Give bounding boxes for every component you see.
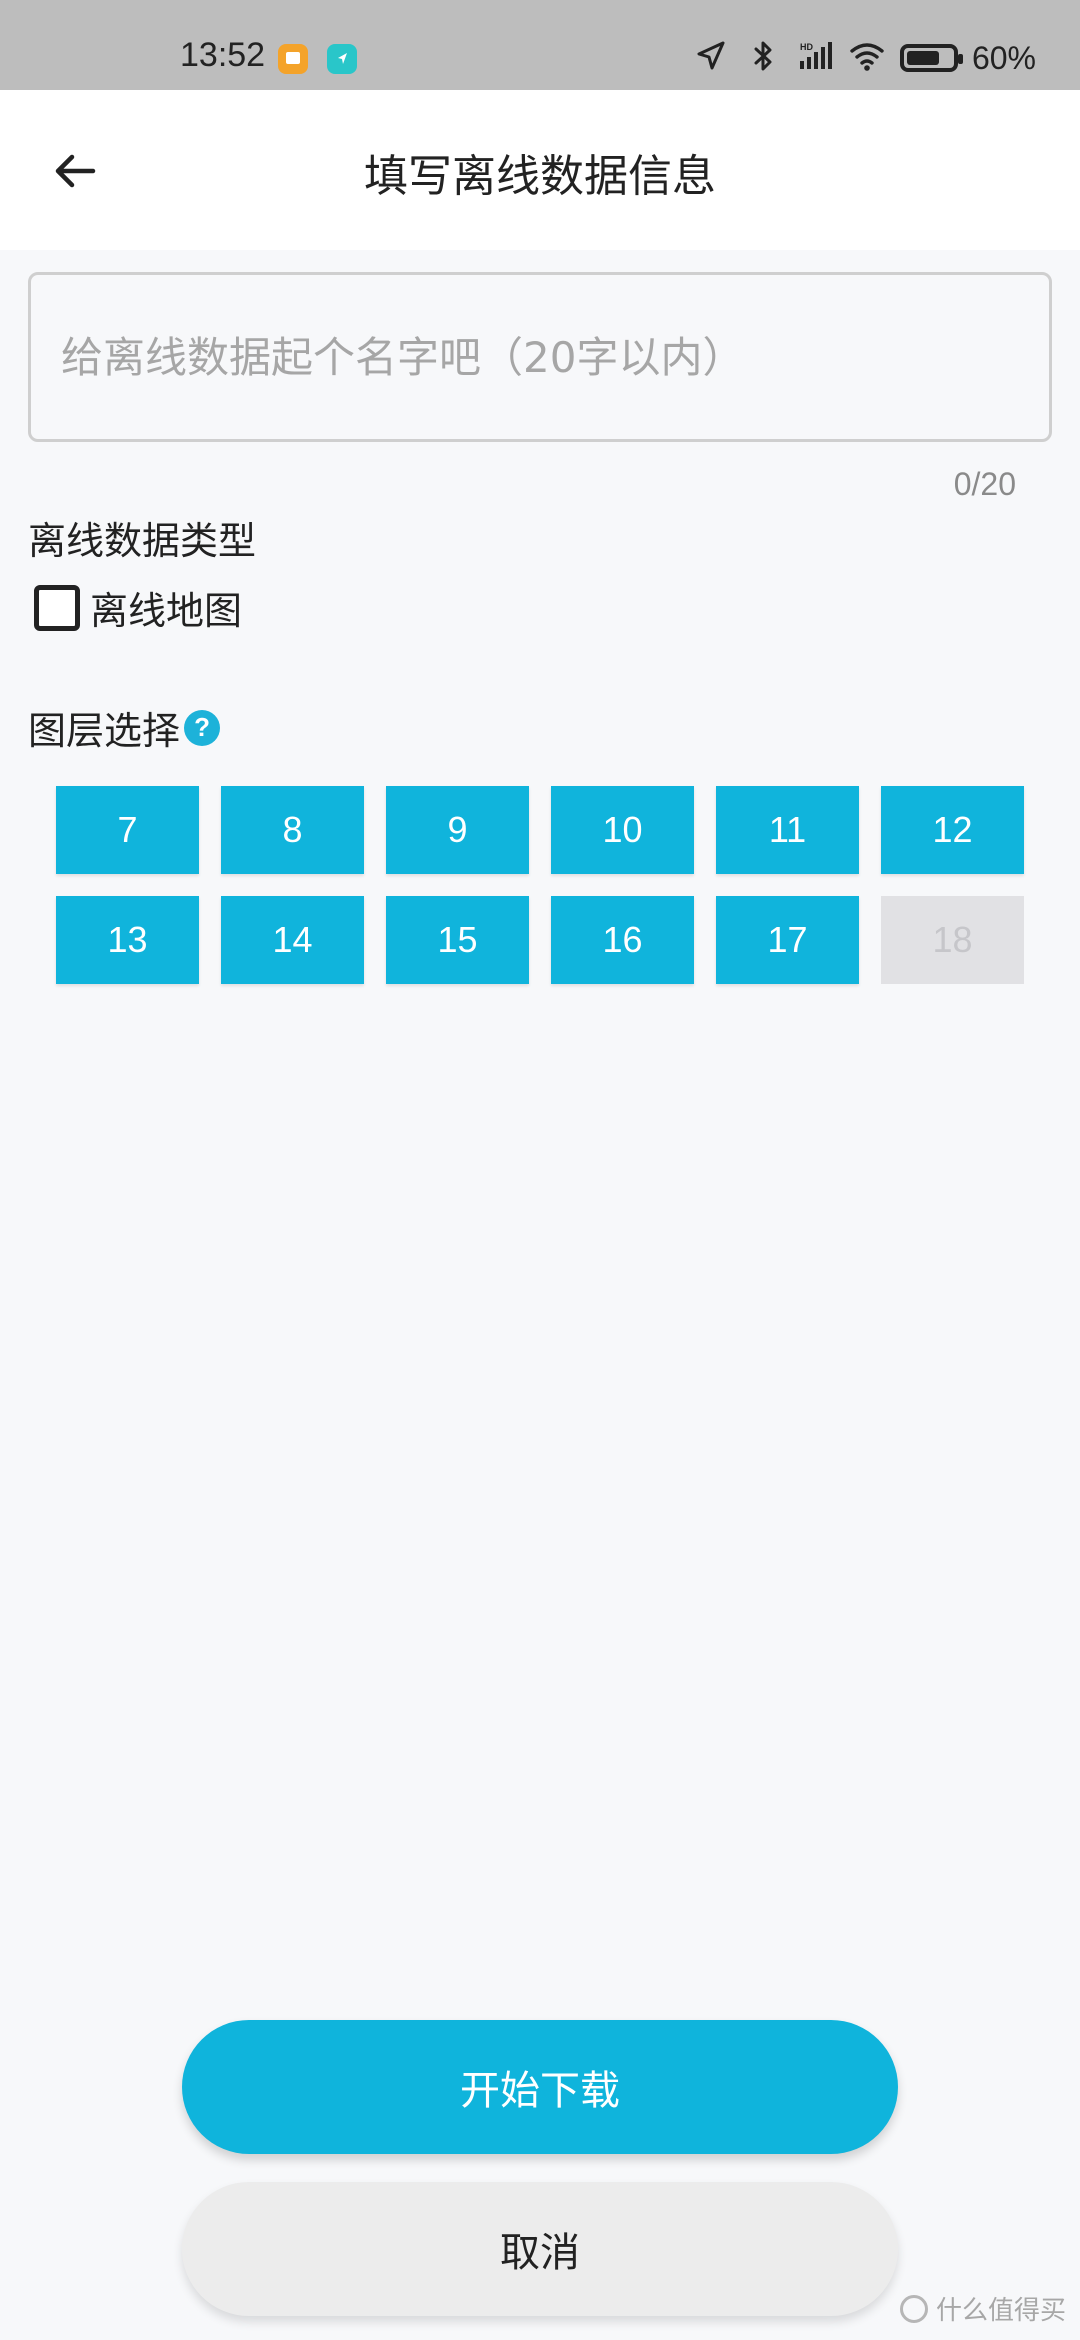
offline-map-label: 离线地图	[90, 589, 243, 633]
layer-button[interactable]: 9	[386, 786, 529, 874]
start-download-button[interactable]: 开始下载	[182, 2020, 898, 2154]
cancel-button[interactable]: 取消	[182, 2182, 898, 2316]
layer-button[interactable]: 12	[881, 786, 1024, 874]
character-counter: 0/20	[953, 466, 1016, 502]
layer-button[interactable]: 7	[56, 786, 199, 874]
offline-data-name-input[interactable]	[31, 275, 1049, 439]
layer-button[interactable]: 8	[221, 786, 364, 874]
battery-icon	[899, 44, 963, 72]
name-input-container	[28, 272, 1052, 442]
layer-button[interactable]: 11	[716, 786, 859, 874]
watermark-logo-icon	[899, 2294, 928, 2323]
bluetooth-icon	[744, 37, 782, 79]
battery-fill	[906, 51, 939, 65]
battery-percentage: 60%	[971, 39, 1036, 76]
battery-cap	[957, 54, 963, 64]
status-bar: 13:52 HD 60%	[0, 0, 1080, 90]
help-icon[interactable]: ?	[184, 709, 221, 746]
location-arrow-icon	[692, 37, 730, 79]
layer-button[interactable]: 10	[551, 786, 694, 874]
layer-selection-label-row: 图层选择 ?	[28, 700, 221, 755]
layer-button[interactable]: 14	[221, 896, 364, 984]
watermark-text: 什么值得买	[935, 2296, 1066, 2326]
wifi-icon	[848, 37, 886, 79]
teal-navigation-icon	[327, 44, 357, 74]
layer-button[interactable]: 16	[551, 896, 694, 984]
app-header: 填写离线数据信息	[0, 90, 1080, 250]
layer-grid: 7 8 9 10 11 12 13 14 15 16 17 18	[56, 786, 1026, 984]
page-title: 填写离线数据信息	[364, 151, 716, 202]
watermark: 什么值得买	[899, 2290, 1066, 2327]
layer-button[interactable]: 15	[386, 896, 529, 984]
hd-signal-icon: HD	[796, 37, 834, 79]
offline-map-checkbox[interactable]	[34, 584, 80, 631]
layer-button[interactable]: 17	[716, 896, 859, 984]
layer-button-disabled: 18	[881, 896, 1024, 984]
offline-map-checkbox-row[interactable]: 离线地图	[34, 580, 242, 635]
layer-selection-label: 图层选择	[28, 709, 181, 753]
status-time: 13:52	[180, 36, 266, 74]
orange-app-icon	[278, 44, 308, 74]
layer-button[interactable]: 13	[56, 896, 199, 984]
status-icons-group: HD 60%	[692, 38, 1036, 78]
svg-text:HD: HD	[800, 42, 813, 52]
offline-data-type-label: 离线数据类型	[28, 519, 257, 563]
